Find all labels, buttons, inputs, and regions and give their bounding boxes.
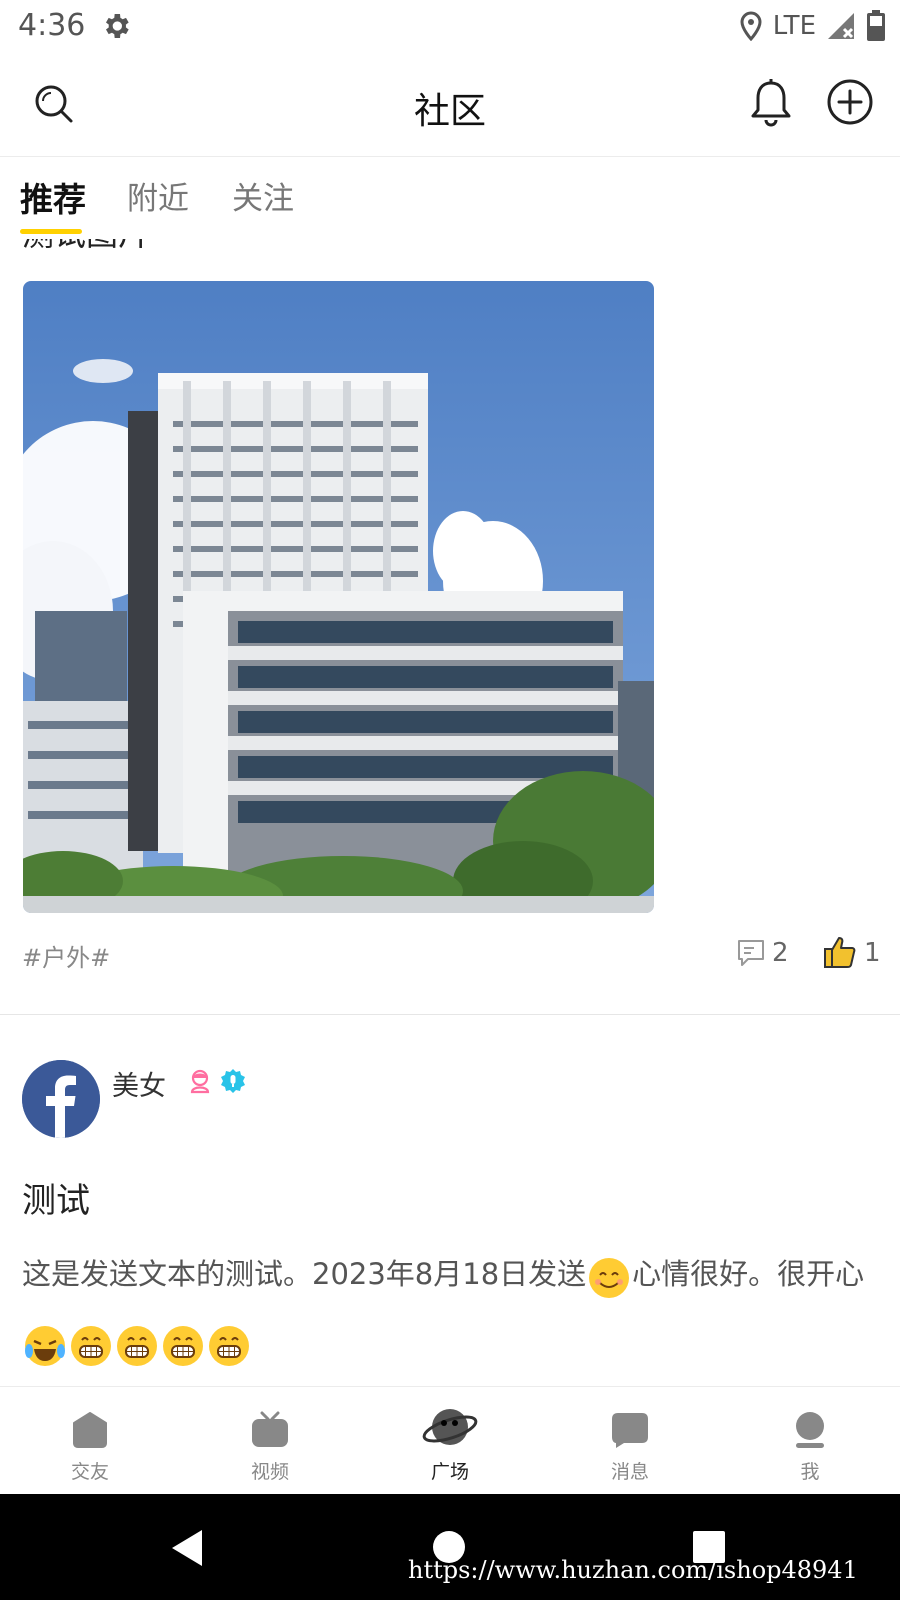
post-title: 测试	[22, 1181, 90, 1221]
post-author[interactable]: 美女	[112, 1064, 166, 1103]
location-icon	[740, 11, 762, 41]
nav-item-video[interactable]: 视频	[180, 1387, 360, 1495]
smile-emoji-icon	[588, 1255, 630, 1298]
post-image[interactable]	[23, 281, 654, 913]
nav-label-friends: 交友	[70, 1461, 109, 1483]
nav-item-messages[interactable]: 消息	[540, 1387, 720, 1495]
user-icon	[796, 1412, 824, 1448]
post-tag[interactable]: #户外#	[22, 938, 110, 973]
comment-icon[interactable]	[736, 938, 766, 968]
settings-gear-icon	[106, 14, 129, 38]
nav-item-me[interactable]: 我	[720, 1387, 900, 1495]
nav-label-video: 视频	[250, 1461, 289, 1483]
verified-badge-icon	[221, 1069, 245, 1093]
watermark-text: https://www.huzhan.com/ishop48941	[408, 1556, 858, 1584]
battery-icon	[867, 10, 885, 41]
grin-emoji-icon	[208, 1323, 250, 1366]
tears-of-joy-emoji-icon	[24, 1323, 66, 1366]
active-tab-indicator	[20, 229, 82, 234]
tv-icon	[252, 1411, 288, 1447]
nav-label-me: 我	[800, 1461, 820, 1483]
nav-item-friends[interactable]: 交友	[0, 1387, 180, 1495]
back-icon[interactable]	[170, 1528, 204, 1568]
signal-icon	[828, 13, 854, 39]
status-indicators: LTE	[739, 8, 886, 44]
post-body-text-2: 心情很好。很开心	[632, 1257, 865, 1291]
comment-count: 2	[772, 938, 789, 968]
grin-emoji-icon	[70, 1323, 112, 1366]
add-post-icon[interactable]	[826, 78, 874, 126]
status-time: 4:36	[18, 8, 86, 43]
status-bar: 4:36 LTE	[0, 0, 900, 52]
like-thumb-icon[interactable]	[823, 935, 857, 969]
network-label: LTE	[772, 11, 816, 41]
nav-item-square[interactable]: 广场	[360, 1387, 540, 1495]
planet-icon	[422, 1409, 478, 1445]
grin-emoji-icon	[116, 1323, 158, 1366]
post-divider	[0, 1014, 900, 1015]
feed-tabs: 推荐 附近 关注	[0, 157, 900, 239]
female-icon	[190, 1069, 210, 1094]
title-bar: 社区	[0, 52, 900, 157]
post-body: 这是发送文本的测试。2023年8月18日发送 心情很好。很开心	[22, 1240, 882, 1376]
message-bubble-icon	[612, 1413, 648, 1448]
tab-following[interactable]: 关注	[232, 173, 294, 218]
nav-label-square: 广场	[430, 1461, 469, 1483]
bell-icon[interactable]	[748, 78, 794, 128]
avatar[interactable]	[22, 1060, 100, 1138]
post-body-text: 这是发送文本的测试。2023年8月18日发送	[22, 1257, 587, 1291]
friends-icon	[73, 1412, 107, 1448]
facebook-logo-icon	[22, 1060, 100, 1138]
tab-recommended[interactable]: 推荐	[20, 173, 86, 221]
bottom-nav: 交友 视频 广场 消息 我	[0, 1386, 900, 1495]
grin-emoji-icon	[162, 1323, 204, 1366]
system-nav-bar	[0, 1494, 900, 1600]
nav-label-messages: 消息	[610, 1461, 649, 1483]
tab-nearby[interactable]: 附近	[127, 173, 189, 218]
like-count: 1	[864, 938, 881, 968]
